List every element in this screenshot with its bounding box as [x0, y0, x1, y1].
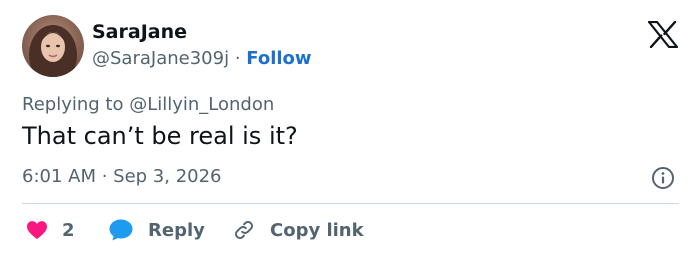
copy-link-label: Copy link — [270, 219, 364, 241]
follow-button[interactable]: Follow — [246, 48, 311, 69]
x-logo-icon[interactable] — [647, 20, 679, 49]
divider — [22, 203, 679, 204]
like-count: 2 — [62, 219, 75, 241]
reply-label: Reply — [148, 219, 205, 241]
timestamp[interactable]: 6:01 AM · Sep 3, 2026 — [22, 166, 222, 187]
speech-bubble-icon — [109, 219, 133, 241]
avatar-image — [22, 15, 84, 77]
like-button[interactable]: 2 — [26, 216, 75, 244]
info-icon[interactable] — [651, 166, 675, 190]
user-handle[interactable]: @SaraJane309j — [92, 48, 229, 69]
avatar[interactable] — [22, 15, 84, 77]
replying-to[interactable]: Replying to @Lillyin_London — [22, 94, 274, 115]
reply-button[interactable]: Reply — [108, 216, 205, 244]
tweet-text: That can’t be real is it? — [22, 122, 298, 150]
separator-dot: · — [234, 48, 241, 69]
handle-row: @SaraJane309j · Follow — [92, 48, 312, 69]
heart-icon — [27, 221, 47, 240]
link-icon — [235, 221, 253, 239]
tweet-card: SaraJane @SaraJane309j · Follow Replying… — [0, 0, 700, 256]
action-bar: 2 Reply Copy link — [22, 216, 679, 244]
copy-link-button[interactable]: Copy link — [232, 216, 364, 244]
display-name[interactable]: SaraJane — [92, 21, 187, 43]
